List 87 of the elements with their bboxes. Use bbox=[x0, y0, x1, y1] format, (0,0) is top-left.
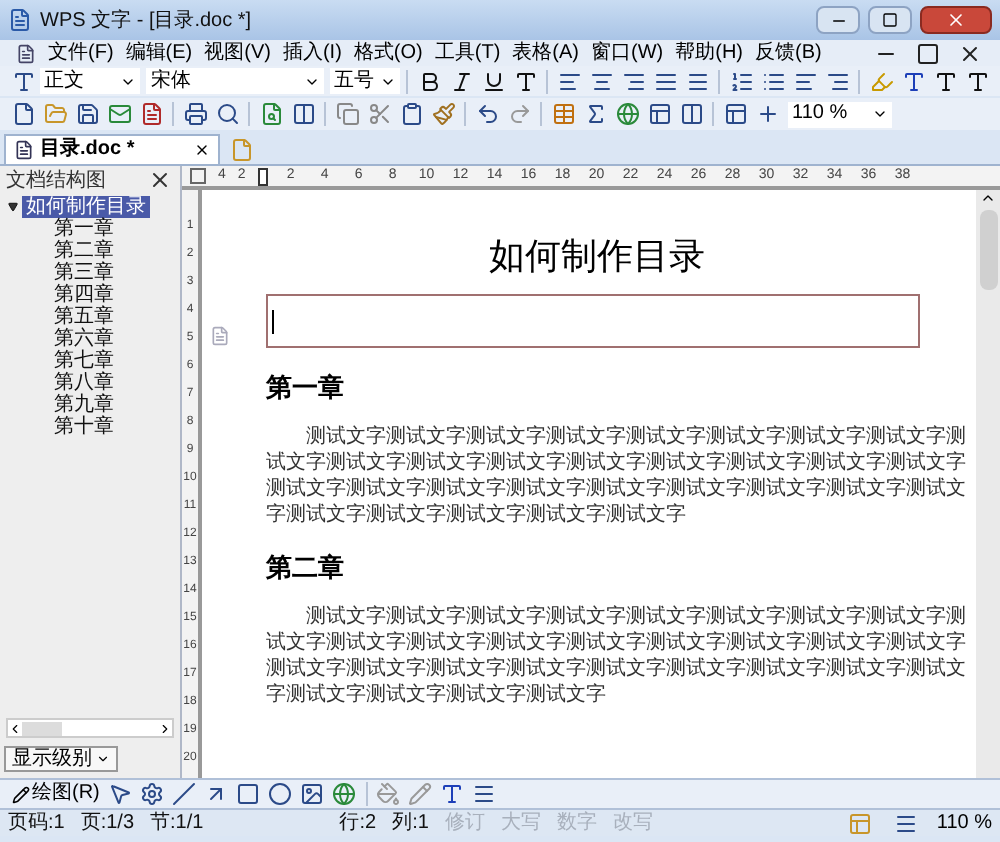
menu-item[interactable]: 文件(F) bbox=[48, 41, 114, 65]
shapes-icon[interactable] bbox=[137, 779, 168, 809]
outline-item[interactable]: 第七章 bbox=[50, 350, 118, 372]
tab-label: 目录.doc * bbox=[40, 138, 135, 162]
menu-item[interactable]: 表格(A) bbox=[512, 41, 579, 65]
vertical-scrollbar[interactable] bbox=[976, 190, 1000, 778]
maximize-icon bbox=[882, 12, 898, 28]
menu-item[interactable]: 视图(V) bbox=[204, 41, 271, 65]
restore-icon[interactable] bbox=[912, 38, 942, 68]
status-item: 行:2 bbox=[339, 811, 377, 835]
drawing-menu-button[interactable]: 绘图(R) bbox=[8, 782, 104, 806]
menu-item[interactable]: 格式(O) bbox=[353, 41, 423, 65]
app-icon bbox=[8, 8, 32, 32]
indent-marker-icon[interactable] bbox=[257, 167, 268, 185]
print-preview-icon[interactable] bbox=[212, 99, 242, 129]
outline-item[interactable]: 第十章 bbox=[50, 416, 118, 438]
outline-item[interactable]: 第九章 bbox=[50, 394, 118, 416]
zoom-value: 110 % bbox=[792, 102, 848, 126]
line-icon[interactable] bbox=[169, 779, 200, 809]
menu-item[interactable]: 编辑(E) bbox=[125, 41, 193, 65]
drawing-label: 绘图(R) bbox=[32, 782, 100, 806]
style-value: 正文 bbox=[44, 69, 84, 93]
zoom-dropdown[interactable]: 110 % bbox=[788, 101, 892, 127]
image-icon[interactable] bbox=[297, 779, 328, 809]
menu-item[interactable]: 插入(I) bbox=[282, 41, 342, 65]
scroll-thumb[interactable] bbox=[979, 210, 997, 290]
status-item: 页码:1 bbox=[8, 811, 65, 835]
document-icon bbox=[14, 140, 34, 160]
body-paragraph: 测试文字测试文字测试文字测试文字测试文字测试文字测试文字测试文字测试文字测试文字测试文字测试文字测试文字测试文字测试文字测试文字测试文字测试文字测试文字测试文字测试文字测试文字测试文字测试文字测试文字测试文字测试文字测试文字测试文字测试文字 bbox=[266, 604, 968, 708]
outline-item[interactable]: 如何制作目录 bbox=[22, 196, 150, 218]
style-dropdown[interactable]: 正文 bbox=[40, 68, 141, 94]
scroll-right-icon[interactable] bbox=[158, 721, 172, 735]
outline-item[interactable]: 第二章 bbox=[50, 240, 118, 262]
format-painter-icon[interactable] bbox=[428, 99, 458, 129]
globe-icon[interactable] bbox=[329, 779, 360, 809]
close-icon bbox=[946, 10, 966, 30]
font-size-dropdown[interactable]: 五号 bbox=[330, 68, 400, 94]
font-dropdown[interactable]: 宋体 bbox=[146, 68, 325, 94]
pointer-icon[interactable] bbox=[105, 779, 136, 809]
text-box[interactable] bbox=[266, 294, 920, 348]
scroll-up-icon[interactable] bbox=[980, 190, 996, 206]
chapter-heading: 第一章 bbox=[266, 372, 346, 404]
horizontal-scrollbar[interactable] bbox=[6, 718, 174, 738]
status-item: 列:1 bbox=[392, 811, 429, 835]
menu-item[interactable]: 工具(T) bbox=[434, 41, 501, 65]
font-value: 宋体 bbox=[150, 69, 191, 93]
rectangle-icon[interactable] bbox=[233, 779, 264, 809]
mail-icon[interactable] bbox=[104, 99, 134, 129]
document-map-icon[interactable] bbox=[720, 99, 750, 129]
expanded-icon[interactable] bbox=[8, 202, 18, 212]
maximize-button[interactable] bbox=[868, 6, 912, 34]
paragraph-marker-icon bbox=[210, 326, 230, 346]
status-item: 页:1/3 bbox=[80, 811, 135, 835]
outline-item[interactable]: 第四章 bbox=[50, 284, 118, 306]
columns-icon[interactable] bbox=[676, 99, 706, 129]
close-button[interactable] bbox=[920, 6, 992, 34]
window-title: WPS 文字 - [目录.doc *] bbox=[40, 7, 252, 35]
save-icon[interactable] bbox=[72, 99, 102, 129]
font-size-value: 五号 bbox=[334, 69, 375, 93]
page-icon[interactable] bbox=[288, 99, 318, 129]
chapter-heading: 第二章 bbox=[266, 552, 346, 584]
menu-item[interactable]: 反馈(B) bbox=[755, 41, 822, 65]
menu-item[interactable]: 帮助(H) bbox=[675, 41, 743, 65]
status-item: 节:1/1 bbox=[150, 811, 204, 835]
outline-item[interactable]: 第五章 bbox=[50, 306, 118, 328]
zoom-level: 110 % bbox=[936, 811, 992, 835]
outline-item[interactable]: 第六章 bbox=[50, 328, 118, 350]
document-title: 如何制作目录 bbox=[487, 234, 707, 278]
document-tab[interactable]: 目录.doc * bbox=[4, 134, 220, 164]
pencil-icon bbox=[12, 785, 30, 803]
document-icon bbox=[16, 43, 36, 63]
text-box-icon[interactable] bbox=[644, 99, 674, 129]
menu-item[interactable]: 窗口(W) bbox=[591, 41, 664, 65]
scroll-left-icon[interactable] bbox=[8, 721, 22, 735]
scroll-thumb[interactable] bbox=[22, 721, 62, 735]
show-level-button[interactable]: 显示级别 bbox=[4, 746, 118, 772]
outline-item[interactable]: 第八章 bbox=[50, 372, 118, 394]
close-icon[interactable] bbox=[194, 142, 210, 158]
globe-icon[interactable] bbox=[612, 99, 642, 129]
line-color-icon[interactable] bbox=[405, 779, 436, 809]
print-icon[interactable] bbox=[180, 99, 210, 129]
outline-item[interactable]: 第三章 bbox=[50, 262, 118, 284]
ellipse-icon[interactable] bbox=[265, 779, 296, 809]
panel-title: 文档结构图 bbox=[6, 167, 106, 195]
outline-item[interactable]: 第一章 bbox=[50, 218, 118, 240]
copy-icon[interactable] bbox=[332, 99, 362, 129]
body-paragraph: 测试文字测试文字测试文字测试文字测试文字测试文字测试文字测试文字测试文字测试文字测试文字测试文字测试文字测试文字测试文字测试文字测试文字测试文字测试文字测试文字测试文字测试文字测试文字测试文字测试文字测试文字测试文字测试文字测试文字测试文字测试文字 bbox=[266, 424, 968, 528]
